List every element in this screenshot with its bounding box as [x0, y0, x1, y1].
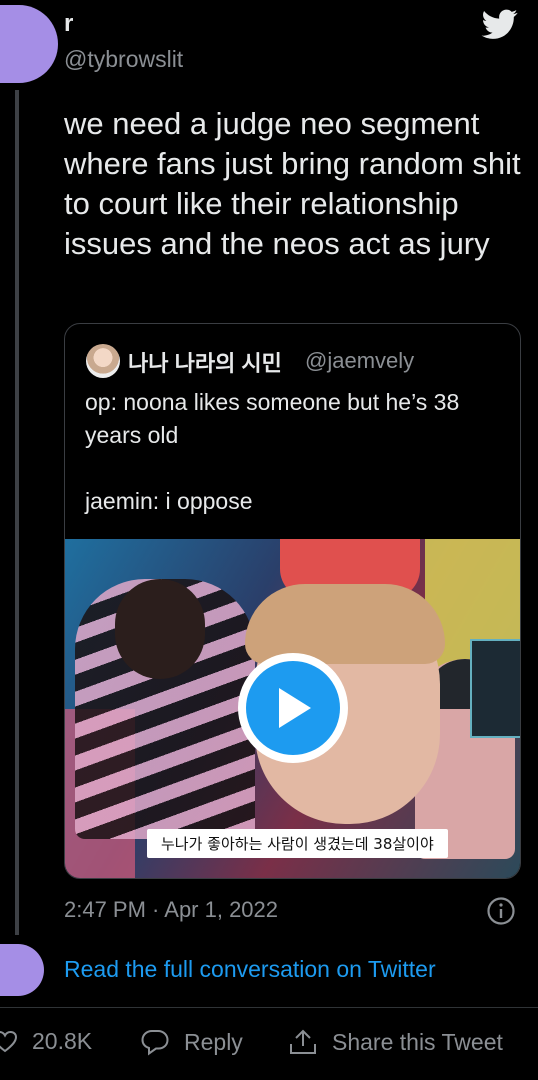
- reply-bubble-icon: [141, 1030, 169, 1056]
- share-button[interactable]: Share this Tweet: [288, 1028, 503, 1056]
- play-button[interactable]: [238, 653, 348, 763]
- divider: [0, 1007, 538, 1008]
- reply-label: Reply: [184, 1028, 243, 1055]
- quoted-author-avatar: [86, 344, 120, 378]
- quoted-author-handle: @jaemvely: [305, 348, 415, 373]
- author-display-name[interactable]: r: [64, 10, 73, 38]
- person-head: [115, 579, 205, 679]
- play-icon: [279, 688, 311, 728]
- quoted-tweet-text: op: noona likes someone but he’s 38 year…: [85, 389, 460, 514]
- like-button[interactable]: 20.8K: [0, 1028, 92, 1055]
- tweet-timestamp[interactable]: 2:47 PM · Apr 1, 2022: [64, 897, 278, 923]
- quoted-author-name: 나나 나라의 시민: [128, 351, 282, 376]
- video-thumbnail[interactable]: 누나가 좋아하는 사람이 생겼는데 38살이야: [65, 539, 520, 878]
- author-handle[interactable]: @tybrowslit: [64, 46, 183, 73]
- heart-icon: [0, 1030, 18, 1052]
- share-label: Share this Tweet: [332, 1028, 503, 1055]
- read-conversation-link[interactable]: Read the full conversation on Twitter: [64, 956, 436, 983]
- like-count: 20.8K: [32, 1028, 93, 1054]
- monitor-screen: [470, 639, 520, 738]
- twitter-bird-icon[interactable]: [480, 6, 520, 42]
- author-avatar[interactable]: [0, 5, 58, 83]
- info-icon[interactable]: [486, 896, 516, 926]
- share-icon: [290, 1029, 316, 1054]
- video-subtitle: 누나가 좋아하는 사람이 생겼는데 38살이야: [147, 829, 448, 858]
- reply-avatar: [0, 944, 44, 996]
- tweet-text: we need a judge neo segment where fans j…: [64, 106, 521, 261]
- reply-button[interactable]: Reply: [140, 1028, 243, 1056]
- quoted-tweet-card[interactable]: 나나 나라의 시민 @jaemvely op: noona likes some…: [64, 323, 521, 879]
- play-circle: [246, 661, 340, 755]
- thread-line: [15, 90, 19, 935]
- person-center-hair: [245, 584, 445, 664]
